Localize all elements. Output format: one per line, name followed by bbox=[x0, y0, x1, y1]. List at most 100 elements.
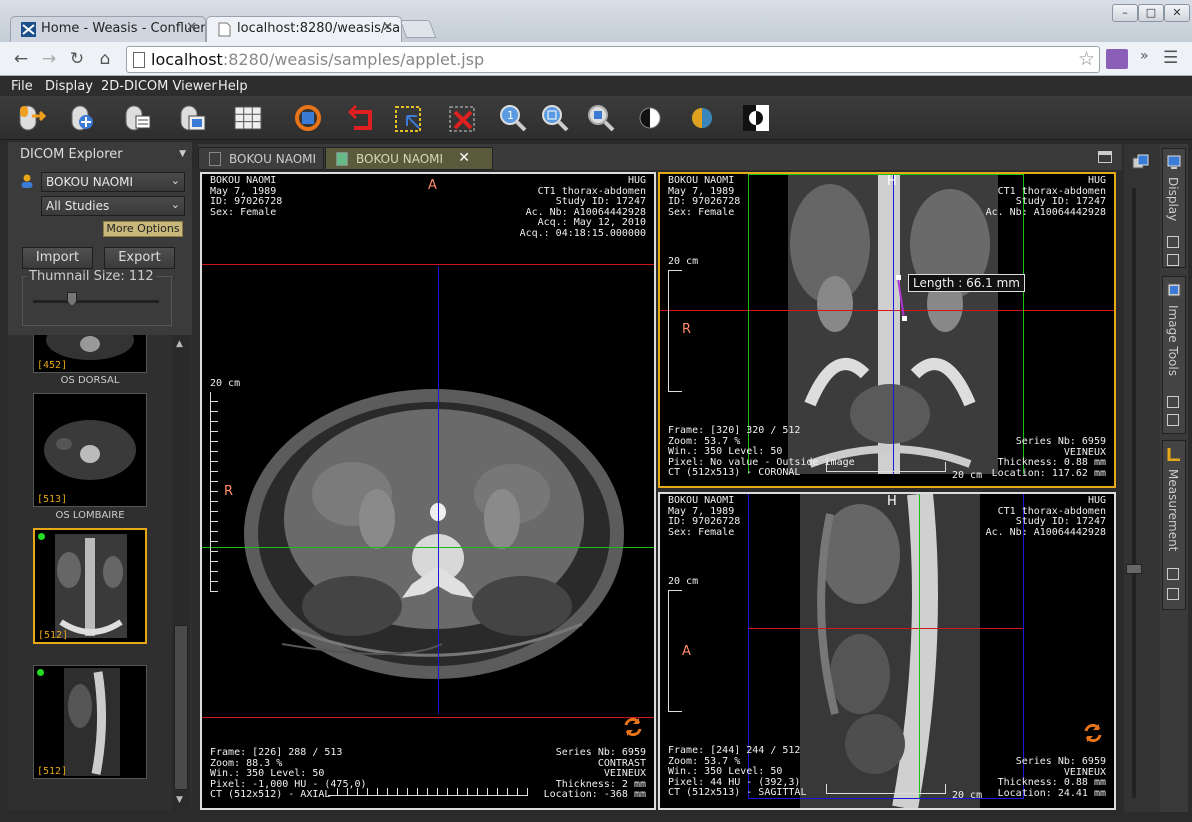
browser-tabstrip: Home - Weasis - Confluence ✕ localhost:8… bbox=[0, 0, 1192, 42]
tab-close-icon[interactable]: ✕ bbox=[382, 20, 393, 35]
close-tab-icon[interactable]: ✕ bbox=[458, 150, 470, 166]
panel-minimize-icon[interactable] bbox=[1167, 414, 1179, 426]
menu-file[interactable]: File bbox=[11, 79, 33, 94]
coronal-view[interactable]: Length : 66.1 mm BOKOU NAOMI May 7, 1989… bbox=[658, 172, 1116, 488]
length-measure-label: Length : 66.1 mm bbox=[908, 274, 1025, 292]
app-menubar: File Display 2D-DICOM Viewer Help bbox=[0, 77, 1192, 96]
display-tab-label: Display bbox=[1166, 177, 1180, 222]
crosshair-sagittal-line[interactable] bbox=[202, 547, 654, 548]
panel-float-icon[interactable] bbox=[1167, 568, 1179, 580]
patient-icon bbox=[21, 174, 33, 188]
tab-close-icon[interactable]: ✕ bbox=[186, 20, 197, 35]
image-tools-tab[interactable]: Image Tools bbox=[1162, 276, 1186, 434]
delete-measure-icon[interactable] bbox=[447, 102, 479, 134]
viewer-tab-icon bbox=[209, 152, 221, 166]
color-lut-icon[interactable] bbox=[686, 102, 718, 134]
reset-icon[interactable] bbox=[346, 102, 378, 134]
scrollbar-thumb[interactable] bbox=[174, 625, 188, 790]
vertical-ruler-label: 20 cm bbox=[210, 378, 241, 389]
crosshair-coronal-line[interactable] bbox=[202, 264, 654, 265]
viewer-tab-active[interactable]: BOKOU NAOMI ✕ bbox=[325, 147, 493, 170]
axial-view[interactable]: BOKOU NAOMI May 7, 1989 ID: 97026728 Sex… bbox=[200, 172, 656, 810]
measurement-tab[interactable]: Measurement bbox=[1162, 440, 1186, 610]
dicom-explorer-panel: DICOM Explorer ▼ BOKOU NAOMI ⌄ All Studi… bbox=[8, 142, 192, 810]
back-button[interactable]: ← bbox=[10, 48, 32, 70]
panel-float-icon[interactable] bbox=[1167, 396, 1179, 408]
maximize-viewer-icon[interactable] bbox=[1098, 151, 1112, 163]
lut-icon[interactable] bbox=[634, 102, 666, 134]
overlay-bottom-right: Series Nb: 6959 CONTRAST VEINEUX Thickne… bbox=[543, 747, 646, 800]
crosshair-axial-line[interactable] bbox=[438, 266, 439, 714]
sagittal-view[interactable]: BOKOU NAOMI May 7, 1989 ID: 97026728 Sex… bbox=[658, 492, 1116, 810]
mouse-left-action-icon[interactable] bbox=[14, 102, 46, 134]
display-tab[interactable]: Display bbox=[1162, 148, 1186, 268]
crosshair-axial-line[interactable] bbox=[660, 310, 1114, 311]
zoom-1to1-icon[interactable]: 1 bbox=[496, 102, 528, 134]
tab-title: localhost:8280/weasis/samples/applet.jsp bbox=[237, 21, 401, 36]
patient-select[interactable]: BOKOU NAOMI ⌄ bbox=[41, 172, 185, 192]
image-tools-tab-label: Image Tools bbox=[1166, 305, 1180, 376]
pan-icon[interactable] bbox=[584, 102, 616, 134]
synch-cycle-icon[interactable] bbox=[1082, 722, 1104, 744]
maximize-button[interactable]: □ bbox=[1138, 4, 1164, 22]
scroll-down-icon[interactable]: ▼ bbox=[176, 795, 183, 805]
select-icon[interactable] bbox=[393, 102, 425, 134]
export-button[interactable]: Export bbox=[104, 247, 175, 269]
orientation-top-label: H bbox=[887, 174, 897, 189]
extension-icon[interactable] bbox=[1106, 49, 1128, 69]
open-series-indicator bbox=[37, 669, 44, 676]
crosshair-bottom-line bbox=[202, 717, 654, 718]
mouse-right-action-icon[interactable] bbox=[120, 102, 152, 134]
crosshair-sagittal-line[interactable] bbox=[919, 494, 920, 798]
series-thumbnail-selected[interactable]: [512] bbox=[33, 528, 147, 644]
studies-select[interactable]: All Studies ⌄ bbox=[41, 196, 185, 216]
series-thumbnail[interactable]: [513] bbox=[33, 393, 147, 507]
synch-icon[interactable] bbox=[292, 102, 324, 134]
crosshair-coronal-line[interactable] bbox=[893, 174, 894, 474]
more-options-button[interactable]: More Options bbox=[103, 221, 183, 237]
menu-icon[interactable]: ☰ bbox=[1163, 48, 1178, 68]
minimize-button[interactable]: – bbox=[1112, 4, 1138, 22]
series-thumbnail-list: [452] OS DORSAL [513] OS LOMBAIRE [512] … bbox=[8, 335, 192, 810]
series-thumbnail[interactable]: [452] bbox=[33, 335, 147, 373]
address-bar[interactable]: localhost:8280/weasis/samples/applet.jsp… bbox=[126, 46, 1100, 73]
panel-minimize-icon[interactable] bbox=[1167, 254, 1179, 266]
import-button[interactable]: Import bbox=[22, 247, 93, 269]
best-fit-icon[interactable] bbox=[538, 102, 570, 134]
home-button[interactable]: ⌂ bbox=[94, 48, 116, 70]
thumbnail-slider-track[interactable] bbox=[33, 300, 159, 303]
length-measure-line[interactable] bbox=[896, 274, 908, 324]
thumbnail-slider-handle[interactable] bbox=[67, 292, 77, 306]
overflow-chevron-icon[interactable]: » bbox=[1140, 48, 1149, 64]
crosshair-axial-line[interactable] bbox=[748, 628, 1024, 629]
scroll-up-icon[interactable]: ▲ bbox=[176, 339, 183, 349]
new-tab-button[interactable] bbox=[399, 20, 437, 38]
frame-slider-handle[interactable] bbox=[1126, 564, 1142, 574]
reload-button[interactable]: ↻ bbox=[66, 48, 88, 70]
panel-menu-chevron-icon[interactable]: ▼ bbox=[179, 149, 186, 159]
crosshair-sagittal-line-right bbox=[1023, 174, 1024, 474]
orientation-left-label: R bbox=[682, 322, 692, 337]
synch-cycle-icon[interactable] bbox=[622, 716, 644, 738]
panel-minimize-icon[interactable] bbox=[1167, 588, 1179, 600]
bookmark-star-icon[interactable]: ☆ bbox=[1078, 48, 1095, 70]
series-thumbnail[interactable]: [512] bbox=[33, 665, 147, 779]
vertical-ruler bbox=[668, 270, 682, 392]
mouse-wheel-action-icon[interactable] bbox=[175, 102, 207, 134]
panel-float-icon[interactable] bbox=[1167, 236, 1179, 248]
thumbnail-scrollbar[interactable]: ▲ ▼ bbox=[172, 335, 190, 810]
frame-slider-track[interactable] bbox=[1132, 188, 1136, 798]
menu-2d-viewer[interactable]: 2D-DICOM Viewer bbox=[101, 79, 217, 94]
mouse-middle-action-icon[interactable] bbox=[66, 102, 98, 134]
forward-button[interactable]: → bbox=[38, 48, 60, 70]
inverse-lut-icon[interactable] bbox=[740, 102, 772, 134]
menu-help[interactable]: Help bbox=[218, 79, 248, 94]
close-window-button[interactable]: ✕ bbox=[1164, 4, 1190, 22]
layout-grid-icon[interactable] bbox=[232, 102, 264, 134]
tab-weasis-applet[interactable]: localhost:8280/weasis/samples/applet.jsp… bbox=[206, 16, 402, 42]
tab-confluence[interactable]: Home - Weasis - Confluence ✕ bbox=[10, 16, 206, 42]
series-image-count: [452] bbox=[37, 360, 68, 371]
layout-switch-icon[interactable] bbox=[1132, 154, 1150, 170]
menu-display[interactable]: Display bbox=[45, 79, 93, 94]
viewer-tab[interactable]: BOKOU NAOMI bbox=[198, 147, 324, 170]
